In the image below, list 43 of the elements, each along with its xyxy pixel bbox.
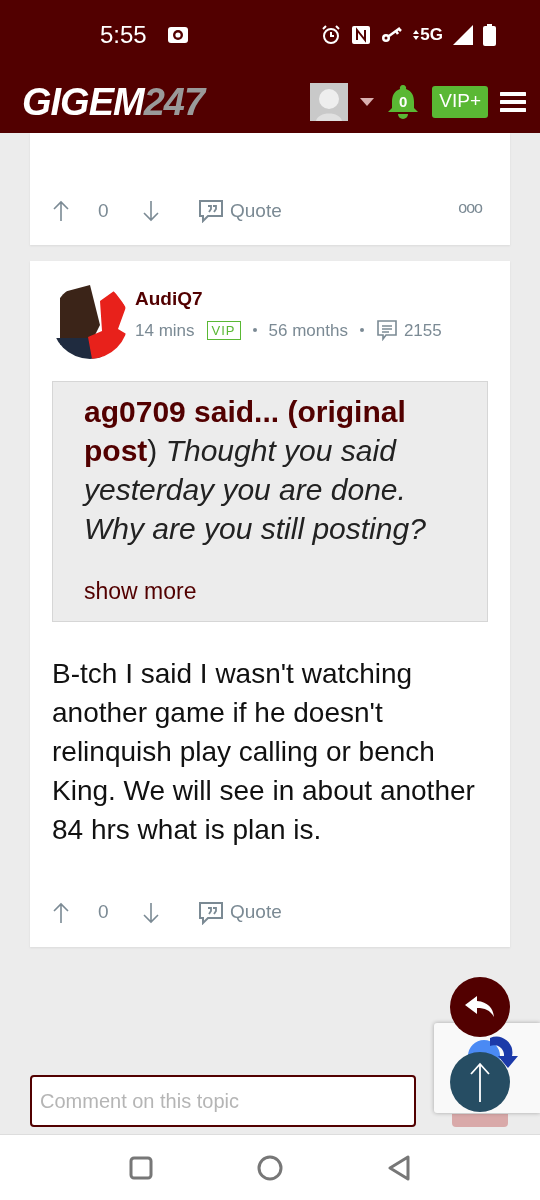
upvote-icon[interactable]	[52, 199, 70, 223]
vote-count: 0	[98, 900, 110, 925]
vote-count: 0	[98, 198, 110, 223]
key-icon	[381, 26, 404, 44]
avatar-icon[interactable]	[310, 82, 349, 121]
data-arrows-icon	[413, 29, 420, 41]
nfc-icon	[351, 25, 372, 45]
quote-icon	[198, 900, 224, 925]
quote-button[interactable]: Quote	[198, 196, 282, 226]
status-time: 5:55	[100, 20, 147, 50]
show-more-link[interactable]: show more	[84, 574, 197, 609]
post-time: 14 mins	[135, 319, 195, 342]
posts-icon	[375, 319, 398, 342]
quote-button[interactable]: Quote	[198, 898, 282, 927]
site-logo[interactable]: GIGEM247	[22, 82, 205, 121]
author-name[interactable]: AudiQ7	[135, 285, 442, 314]
signal-icon	[453, 25, 473, 45]
quoted-text: ag0709 said... (original post) Thought you said yesterday you are done. Why are you still posting?	[84, 394, 427, 547]
battery-icon	[483, 24, 496, 46]
reply-button[interactable]	[450, 977, 510, 1037]
arrow-up-icon	[470, 1062, 490, 1102]
vip-badge: VIP	[206, 320, 241, 340]
downvote-icon[interactable]	[142, 199, 160, 223]
home-icon[interactable]	[257, 1154, 283, 1181]
alarm-icon	[321, 25, 342, 45]
back-icon[interactable]	[387, 1154, 411, 1181]
menu-icon[interactable]	[500, 90, 526, 113]
notification-count: 0	[398, 92, 409, 111]
more-button[interactable]: ooo	[458, 196, 482, 220]
reply-icon	[465, 996, 495, 1018]
downvote-icon[interactable]	[142, 900, 160, 925]
recents-icon[interactable]	[129, 1155, 153, 1180]
post-body: B-tch I said I wasn't watching another game if he doesn't relinquish play calling or bench King. We will see in about another 84 hrs what is plan is.	[52, 656, 476, 847]
caret-icon[interactable]	[360, 97, 375, 106]
post-count: 2155	[403, 319, 442, 342]
screen-record-icon	[166, 26, 189, 44]
member-tenure: 56 months	[268, 319, 348, 342]
bell-icon[interactable]	[386, 83, 421, 120]
vip-button[interactable]: VIP+	[432, 85, 488, 118]
upvote-icon[interactable]	[52, 900, 70, 925]
quote-icon	[198, 199, 224, 223]
comment-field[interactable]: Comment on this topic	[30, 1075, 416, 1127]
network-type: 5G	[420, 24, 443, 47]
